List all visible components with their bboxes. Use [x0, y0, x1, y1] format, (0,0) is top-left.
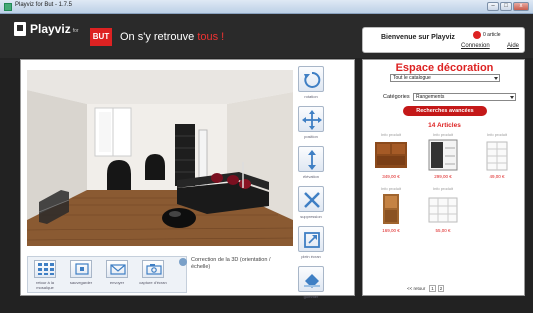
chevron-down-icon [494, 77, 498, 80]
tool-column: rotation position élévation suppression … [295, 66, 327, 306]
welcome-box: Bienvenue sur Playviz 0 article Connexio… [362, 27, 525, 53]
mosaic-label: retour à la mosaïque [35, 280, 54, 290]
app-icon [4, 3, 12, 11]
mosaic-grid-icon [38, 263, 54, 275]
logo-mark-icon [14, 22, 26, 36]
logo-name: Playviz [30, 22, 71, 36]
elevation-tool[interactable]: élévation [295, 146, 327, 186]
product-price: 49,00 € [489, 174, 505, 179]
product-image [375, 142, 407, 168]
mosaic-button[interactable]: retour à la mosaïque [30, 260, 60, 292]
rotation-label: rotation [304, 94, 318, 99]
product-price: 349,00 € [382, 174, 400, 179]
but-brand-badge: BUT [90, 28, 112, 46]
help-link[interactable]: Aide [507, 43, 519, 49]
catalog-panel: Espace décoration Tout le catalogue Caté… [362, 59, 525, 296]
product-price: 55,00 € [435, 228, 451, 233]
category-select[interactable]: Rangements [413, 93, 516, 101]
product-price: 169,00 € [382, 228, 400, 233]
save-button[interactable]: sauvegarder [66, 260, 96, 292]
room-viewer-panel: rotation position élévation suppression … [20, 59, 355, 299]
pouf [162, 208, 196, 228]
camera-icon [146, 264, 162, 275]
product-info-link[interactable]: Info produit [421, 186, 465, 191]
armchair-right [145, 154, 165, 180]
product-card[interactable]: Info produit 55,00 € [421, 186, 465, 238]
product-card[interactable]: Info produit 349,00 € [369, 132, 413, 184]
slogan-accent: tous ! [197, 31, 225, 43]
window-title: Playviz for But - 1.7.5 [15, 2, 73, 8]
category-label: Catégories [383, 94, 410, 100]
slogan-main: On s'y retrouve [120, 31, 195, 43]
cart-icon[interactable] [473, 31, 481, 39]
position-arrows-icon [302, 110, 322, 130]
product-image [383, 194, 399, 224]
playviz-logo: Playviz for [14, 22, 79, 36]
eraser-label: gommer [303, 294, 319, 299]
product-card[interactable]: Info produit 299,00 € [421, 132, 465, 184]
product-image [486, 141, 508, 171]
maximize-button[interactable]: □ [500, 2, 512, 11]
product-info-link[interactable]: Info produit [369, 132, 413, 137]
product-card[interactable]: Info produit 49,00 € [475, 132, 519, 184]
page-2-link[interactable]: 2 [437, 285, 445, 292]
delete-label: suppression [300, 214, 322, 219]
eraser-icon [304, 274, 320, 288]
3d-room-scene[interactable] [27, 70, 293, 246]
pagination: << retour 1 2 [407, 285, 445, 292]
catalogue-select[interactable]: Tout le catalogue [390, 74, 500, 82]
product-info-link[interactable]: Info produit [421, 132, 465, 137]
fullscreen-icon [304, 232, 320, 248]
save-label: sauvegarder [69, 280, 93, 285]
correction-text: Correction de la 3D (orientation / échel… [191, 257, 271, 270]
logo-sub: for [72, 28, 79, 34]
3d-correction-link[interactable]: Correction de la 3D (orientation / échel… [179, 257, 271, 271]
screenshot-label: capture d'écran [139, 280, 167, 285]
delete-tool[interactable]: suppression [295, 186, 327, 226]
app-window: Playviz for But - 1.7.5 – □ x Playviz fo… [0, 0, 533, 313]
position-tool[interactable]: position [295, 106, 327, 146]
minimize-button[interactable]: – [487, 2, 499, 11]
elevation-label: élévation [302, 174, 319, 179]
back-link[interactable]: << retour [407, 286, 425, 291]
elevation-arrows-icon [308, 150, 316, 170]
catalog-title: Espace décoration [395, 62, 494, 74]
bottom-toolbar: retour à la mosaïque sauvegarder envoyer… [27, 256, 187, 293]
chevron-down-icon [510, 96, 514, 99]
category-select-value: Rangements [416, 94, 445, 100]
product-price: 299,00 € [434, 174, 452, 179]
product-image [428, 139, 458, 171]
product-info-link[interactable]: Info produit [475, 132, 519, 137]
eraser-tool[interactable]: gommer [295, 266, 327, 306]
save-icon [75, 263, 89, 275]
fullscreen-label: plein écran [301, 254, 321, 259]
product-card[interactable]: Info produit 169,00 € [369, 186, 413, 238]
bookshelf [175, 124, 195, 186]
article-count: 14 Articles [428, 122, 461, 129]
delete-x-icon [304, 192, 320, 208]
login-link[interactable]: Connexion [461, 43, 490, 49]
info-icon [179, 258, 187, 266]
catalogue-select-value: Tout le catalogue [393, 75, 431, 81]
fullscreen-tool[interactable]: plein écran [295, 226, 327, 266]
position-label: position [304, 134, 318, 139]
rotation-tool[interactable]: rotation [295, 66, 327, 106]
cart-count[interactable]: 0 article [483, 32, 501, 38]
armchair-left [107, 160, 131, 190]
envelope-icon [110, 264, 126, 275]
screenshot-button[interactable]: capture d'écran [138, 260, 168, 292]
title-bar: Playviz for But - 1.7.5 – □ x [0, 0, 533, 14]
advanced-search-button[interactable]: Recherches avancées [403, 106, 487, 116]
product-image [428, 197, 458, 223]
slogan: On s'y retrouve tous ! [120, 31, 224, 43]
close-button[interactable]: x [513, 2, 529, 11]
window-controls: – □ x [487, 2, 529, 11]
send-label: envoyer [109, 280, 125, 285]
send-button[interactable]: envoyer [102, 260, 132, 292]
rotation-icon [304, 71, 321, 88]
page-1-link[interactable]: 1 [429, 285, 436, 292]
welcome-greeting: Bienvenue sur Playviz [381, 34, 455, 41]
product-info-link[interactable]: Info produit [369, 186, 413, 191]
